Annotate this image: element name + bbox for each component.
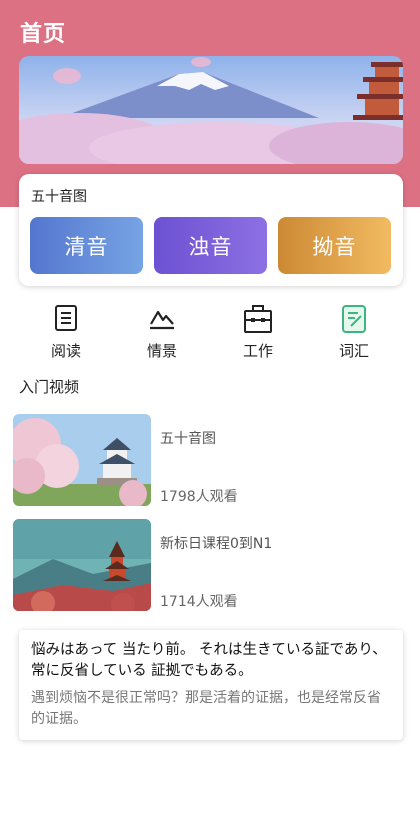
kana-chart-card: 五十音图 清音 浊音 拗音	[19, 174, 403, 286]
briefcase-icon	[210, 304, 306, 336]
video-view-count: 1798人观看	[160, 489, 238, 505]
zhuoyin-button[interactable]: 浊音	[154, 217, 267, 274]
video-item[interactable]: 新标日课程0到N1 1714人观看	[13, 519, 403, 611]
video-thumbnail[interactable]	[13, 519, 151, 611]
nav-item-vocabulary[interactable]: 词汇	[306, 304, 402, 361]
aoyin-button[interactable]: 拗音	[278, 217, 391, 274]
nav-item-scenario[interactable]: 情景	[114, 304, 210, 361]
vocabulary-icon	[306, 304, 402, 336]
nav-label: 词汇	[338, 342, 369, 360]
video-title: 五十音图	[160, 431, 216, 447]
document-icon	[18, 304, 114, 336]
quote-japanese: 悩みはあって 当たり前。 それは生きている証であり、 常に反省している 証拠でも…	[31, 642, 387, 679]
nav-label: 情景	[146, 342, 177, 360]
intro-videos-title: 入门视频	[19, 378, 80, 396]
quote-chinese: 遇到烦恼不是很正常吗？那是活着的证据，也是经常反省的证据。	[31, 690, 381, 727]
page-title: 首页	[20, 22, 67, 47]
qingyin-button[interactable]: 清音	[30, 217, 143, 274]
banner-image[interactable]	[19, 56, 403, 164]
video-view-count: 1714人观看	[160, 594, 238, 610]
nav-label: 阅读	[50, 342, 81, 360]
video-item[interactable]: 五十音图 1798人观看	[13, 414, 403, 506]
daily-quote-card: 悩みはあって 当たり前。 それは生きている証であり、 常に反省している 証拠でも…	[19, 630, 403, 740]
video-thumbnail[interactable]	[13, 414, 151, 506]
kana-chart-title: 五十音图	[31, 189, 87, 205]
mountain-icon	[114, 304, 210, 336]
video-title: 新标日课程0到N1	[160, 536, 273, 552]
nav-item-work[interactable]: 工作	[210, 304, 306, 361]
nav-item-reading[interactable]: 阅读	[18, 304, 114, 361]
category-nav: 阅读 情景 工作 词汇	[18, 304, 402, 364]
nav-label: 工作	[242, 342, 273, 360]
